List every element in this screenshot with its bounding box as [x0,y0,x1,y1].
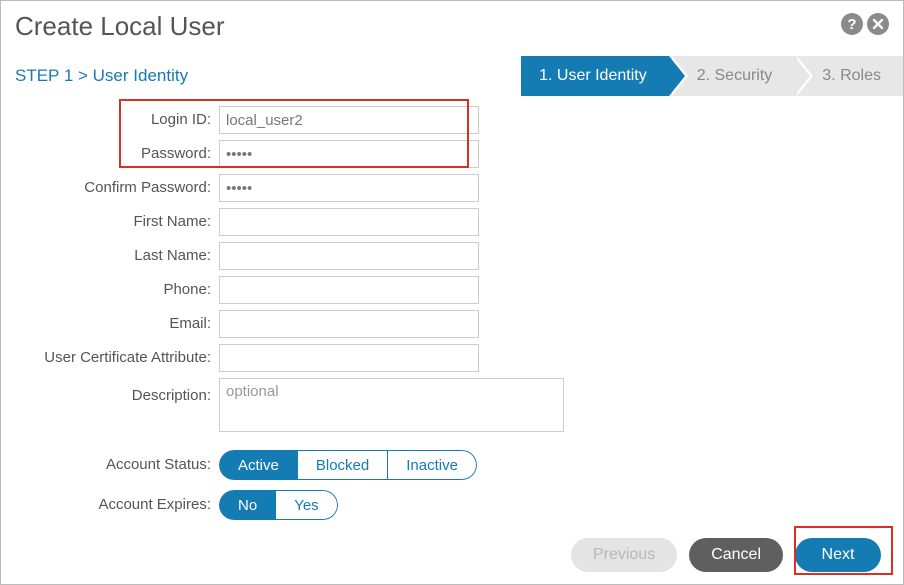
expires-no[interactable]: No [219,490,276,520]
label-confirm-password: Confirm Password: [31,174,219,202]
svg-text:?: ? [847,16,856,33]
step-label: STEP 1 > User Identity [15,66,188,86]
label-account-expires: Account Expires: [31,491,219,519]
input-confirm-password[interactable] [219,174,479,202]
input-phone[interactable] [219,276,479,304]
row-first-name: First Name: [31,208,873,236]
progress-row: STEP 1 > User Identity 1. User Identity … [1,42,903,96]
progress-bar: 1. User Identity 2. Security 3. Roles [521,56,903,96]
label-last-name: Last Name: [31,242,219,270]
label-password: Password: [31,140,219,168]
label-login-id: Login ID: [31,106,219,134]
label-first-name: First Name: [31,208,219,236]
input-last-name[interactable] [219,242,479,270]
progress-step-identity[interactable]: 1. User Identity [521,56,669,96]
segmented-account-expires: No Yes [219,490,338,520]
input-description[interactable] [219,378,564,432]
input-first-name[interactable] [219,208,479,236]
status-blocked[interactable]: Blocked [298,450,388,480]
cancel-button[interactable]: Cancel [689,538,783,572]
input-user-cert-attr[interactable] [219,344,479,372]
label-description: Description: [31,378,219,410]
row-account-status: Account Status: Active Blocked Inactive [31,450,873,480]
next-button[interactable]: Next [795,538,881,572]
dialog-footer: Previous Cancel Next [571,538,881,572]
previous-button: Previous [571,538,677,572]
create-local-user-dialog: Create Local User ? STEP 1 > User Identi… [0,0,904,585]
label-user-cert-attr: User Certificate Attribute: [31,344,219,372]
row-login-id: Login ID: [31,106,873,134]
label-account-status: Account Status: [31,451,219,479]
row-last-name: Last Name: [31,242,873,270]
expires-yes[interactable]: Yes [276,490,337,520]
help-icon[interactable]: ? [841,13,863,40]
row-confirm-password: Confirm Password: [31,174,873,202]
row-account-expires: Account Expires: No Yes [31,490,873,520]
row-email: Email: [31,310,873,338]
status-active[interactable]: Active [219,450,298,480]
input-email[interactable] [219,310,479,338]
input-password[interactable] [219,140,479,168]
label-email: Email: [31,310,219,338]
dialog-header: Create Local User ? [1,1,903,42]
row-password: Password: [31,140,873,168]
row-phone: Phone: [31,276,873,304]
form-area: Login ID: Password: Confirm Password: Fi… [1,96,903,520]
row-user-cert-attr: User Certificate Attribute: [31,344,873,372]
dialog-title: Create Local User [15,11,225,42]
label-phone: Phone: [31,276,219,304]
input-login-id[interactable] [219,106,479,134]
row-description: Description: [31,378,873,432]
header-icons: ? [841,13,889,40]
status-inactive[interactable]: Inactive [388,450,477,480]
close-icon[interactable] [867,13,889,40]
segmented-account-status: Active Blocked Inactive [219,450,477,480]
